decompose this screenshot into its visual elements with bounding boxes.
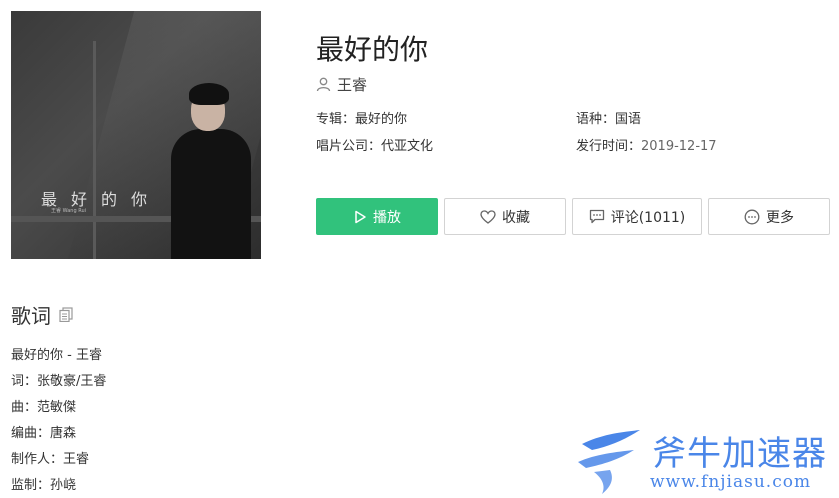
favorite-button[interactable]: 收藏 bbox=[444, 198, 566, 235]
comment-icon bbox=[589, 209, 604, 224]
album-info: 专辑：最好的你 bbox=[316, 108, 407, 127]
comment-label: 评论(1011) bbox=[610, 209, 686, 226]
language-info: 语种：国语 bbox=[576, 108, 641, 127]
cover-sub-art: 王睿 Wang Rui bbox=[51, 208, 87, 214]
song-title: 最好的你 bbox=[316, 33, 429, 66]
play-icon bbox=[355, 210, 366, 223]
favorite-label: 收藏 bbox=[502, 209, 530, 226]
copy-icon[interactable] bbox=[59, 307, 73, 322]
lyric-line: 曲：范敏傑 bbox=[11, 400, 77, 415]
watermark-url: www.fnjiasu.com bbox=[650, 472, 812, 492]
release-date: 2019-12-17 bbox=[641, 139, 717, 154]
comment-button[interactable]: 评论(1011) bbox=[572, 198, 702, 235]
watermark: 斧牛加速器 www.fnjiasu.com bbox=[570, 420, 839, 498]
lyric-line: 词：张敬豪/王睿 bbox=[11, 374, 107, 389]
artist-link[interactable]: 王睿 bbox=[316, 74, 367, 95]
cover-person-body bbox=[171, 129, 251, 259]
company-info: 唱片公司：代亚文化 bbox=[316, 135, 433, 154]
lyric-line: 最好的你 - 王睿 bbox=[11, 348, 102, 363]
release-label: 发行时间： bbox=[576, 139, 642, 154]
person-icon bbox=[316, 77, 331, 92]
play-button[interactable]: 播放 bbox=[316, 198, 438, 235]
album-cover[interactable]: 最好的你 王睿 Wang Rui bbox=[11, 11, 261, 259]
artist-name[interactable]: 王睿 bbox=[337, 74, 367, 95]
album-label: 专辑： bbox=[316, 112, 356, 127]
album-link[interactable]: 最好的你 bbox=[355, 112, 407, 127]
cover-pole bbox=[93, 41, 96, 259]
company-label: 唱片公司： bbox=[316, 139, 382, 154]
more-button[interactable]: 更多 bbox=[708, 198, 830, 235]
lyric-line: 制作人：王睿 bbox=[11, 452, 90, 467]
cover-person-hair bbox=[189, 83, 229, 105]
release-info: 发行时间：2019-12-17 bbox=[576, 135, 717, 154]
lyric-line: 编曲：唐森 bbox=[11, 426, 77, 441]
more-label: 更多 bbox=[766, 209, 794, 226]
play-label: 播放 bbox=[373, 209, 401, 226]
watermark-brand: 斧牛加速器 bbox=[652, 434, 827, 474]
language-value: 国语 bbox=[615, 112, 642, 127]
lyrics-heading: 歌词 bbox=[11, 300, 73, 329]
lyric-line: 监制：孙峣 bbox=[11, 478, 77, 493]
lyrics-title: 歌词 bbox=[11, 304, 51, 328]
language-label: 语种： bbox=[576, 112, 616, 127]
company-value: 代亚文化 bbox=[381, 139, 434, 154]
heart-icon bbox=[480, 209, 496, 224]
more-icon bbox=[744, 209, 760, 224]
watermark-logo-icon bbox=[578, 430, 640, 494]
